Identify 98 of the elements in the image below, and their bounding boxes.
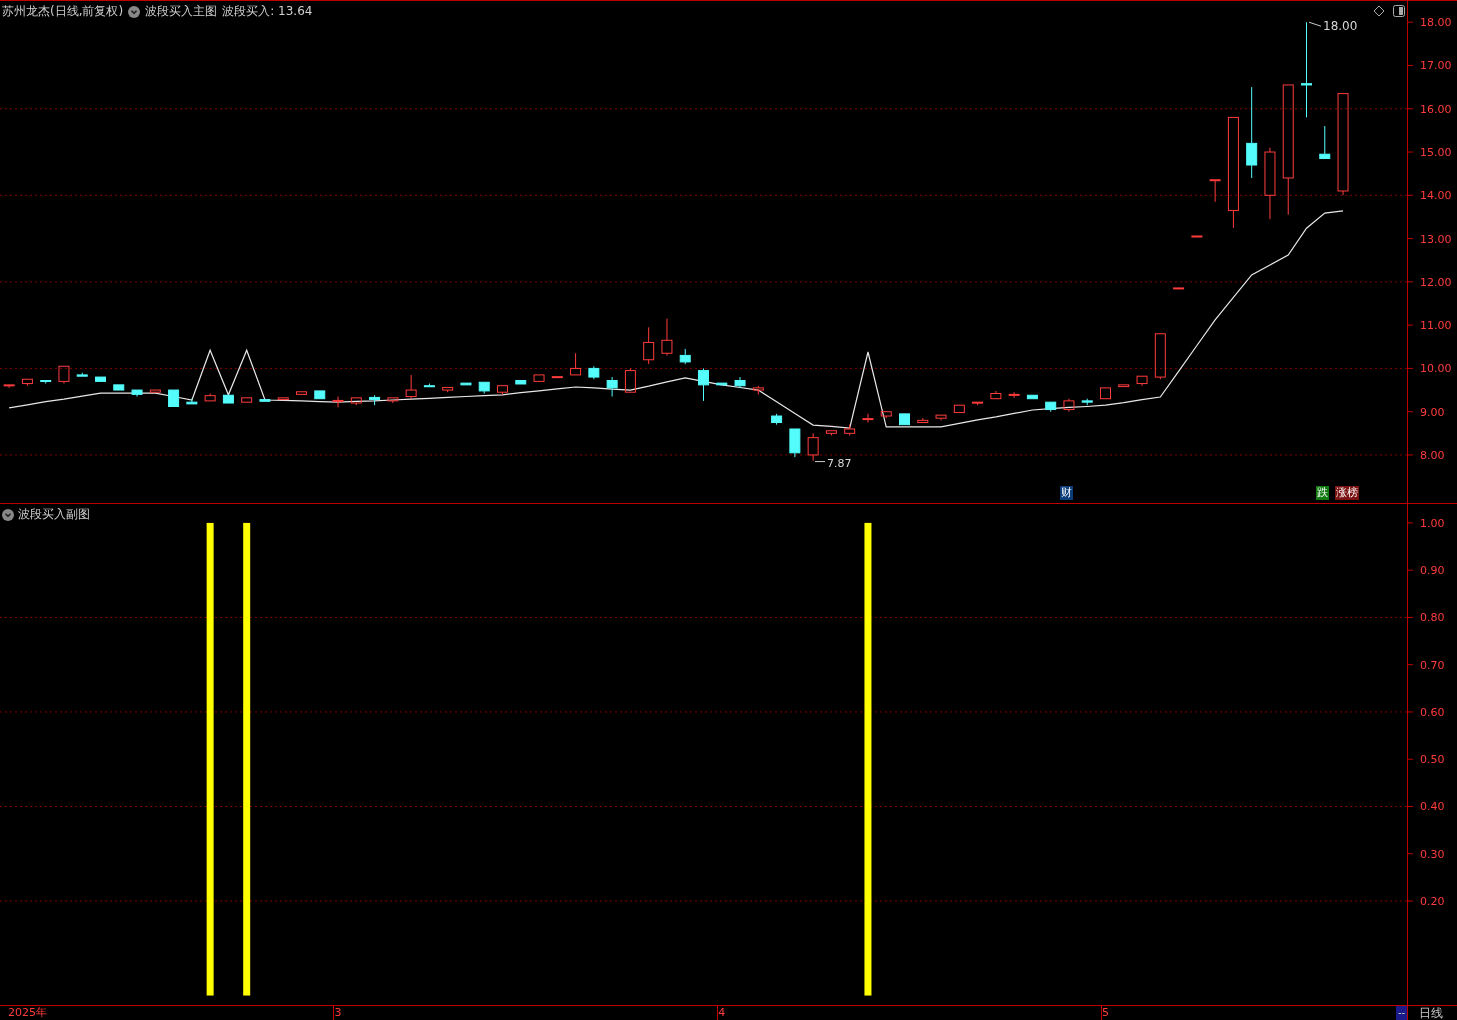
candlestick xyxy=(570,352,582,376)
candlestick xyxy=(698,367,709,402)
candlestick xyxy=(643,326,655,365)
chevron-icon[interactable] xyxy=(128,5,141,18)
date-label: 5 xyxy=(1102,1006,1109,1020)
axis-label: 14.00 xyxy=(1420,189,1452,203)
candlestick xyxy=(862,413,874,424)
candlestick xyxy=(1282,84,1294,216)
candlestick xyxy=(1063,398,1075,413)
event-marker[interactable]: 财 xyxy=(1060,486,1073,500)
candlestick xyxy=(661,318,673,356)
candlestick xyxy=(953,404,965,414)
candlestick xyxy=(296,391,307,395)
candlestick xyxy=(935,414,947,421)
axis-label: 1.00 xyxy=(1420,516,1445,530)
candlestick xyxy=(1209,179,1221,203)
candlestick xyxy=(405,374,417,400)
candlestick xyxy=(624,367,636,393)
axis-label: 8.00 xyxy=(1420,448,1445,462)
candlestick xyxy=(899,413,910,426)
candlestick xyxy=(387,397,399,404)
axis-label: 0.60 xyxy=(1420,705,1445,719)
candlestick xyxy=(1173,287,1185,290)
candlestick xyxy=(1191,235,1203,238)
candlestick xyxy=(917,417,929,424)
axis-label: 0.20 xyxy=(1420,895,1445,908)
candlestick xyxy=(332,396,344,408)
candlestick xyxy=(533,374,545,382)
period-label[interactable]: 日线 xyxy=(1407,1006,1443,1020)
candlestick xyxy=(40,380,52,385)
axis-label: 18.00 xyxy=(1420,16,1452,30)
axis-label: 9.00 xyxy=(1420,405,1445,419)
axis-label: 17.00 xyxy=(1420,59,1452,73)
candlestick xyxy=(606,376,618,398)
stock-title: 苏州龙杰(日线,前复权) xyxy=(2,3,124,20)
high-price-label: 18.00 xyxy=(1323,19,1358,34)
candlestick xyxy=(1045,401,1057,413)
axis-label: 0.80 xyxy=(1420,611,1445,625)
candlestick xyxy=(241,397,253,403)
candlestick xyxy=(1008,391,1020,399)
low-price-label: 7.87 xyxy=(827,456,852,470)
candlestick xyxy=(3,384,15,389)
candlestick xyxy=(1264,147,1276,220)
candlestick xyxy=(222,394,234,404)
candlestick xyxy=(716,382,728,386)
candlestick xyxy=(551,376,563,379)
candlestick xyxy=(1100,387,1111,400)
axis-label: 0.90 xyxy=(1420,564,1445,578)
candlestick xyxy=(131,389,143,398)
candlestick xyxy=(113,384,125,391)
axis-label: 11.00 xyxy=(1420,319,1452,333)
candlestick xyxy=(734,376,746,389)
leader-line xyxy=(814,461,826,463)
axis-label: 0.40 xyxy=(1420,800,1445,814)
candlestick xyxy=(588,365,600,380)
candlestick xyxy=(186,398,198,405)
candlestick xyxy=(277,397,289,401)
axis-label: 0.50 xyxy=(1420,753,1445,767)
axis-label: 0.30 xyxy=(1420,847,1445,861)
candlestick xyxy=(515,380,527,385)
leader-line xyxy=(1308,21,1322,27)
candlestick xyxy=(1319,125,1331,160)
candlestick xyxy=(460,382,472,386)
indicator-name[interactable]: 波段买入主图 xyxy=(145,3,218,20)
panel-toggle-icon[interactable] xyxy=(1393,5,1405,17)
candlestick xyxy=(58,365,70,385)
indicator-reading: 波段买入: 13.64 xyxy=(222,3,313,20)
diamond-icon[interactable] xyxy=(1373,5,1385,17)
candlestick xyxy=(1337,93,1349,196)
axis-label: 0.70 xyxy=(1420,658,1445,672)
candlestick xyxy=(789,428,801,458)
date-label: 3 xyxy=(334,1006,342,1020)
candlestick xyxy=(259,399,271,402)
mode-button[interactable]: -- xyxy=(1396,1006,1407,1020)
candlestick xyxy=(95,376,106,382)
candlestick xyxy=(168,389,180,407)
date-label: 2025年 xyxy=(7,1006,47,1020)
candlestick xyxy=(149,389,161,393)
candlestick xyxy=(21,378,33,387)
candlestick xyxy=(1118,384,1130,388)
candlestick xyxy=(1227,116,1239,229)
axis-label: 13.00 xyxy=(1420,232,1452,246)
event-marker[interactable]: 涨榜 xyxy=(1335,486,1359,500)
indicator-name[interactable]: 波段买入副图 xyxy=(18,506,90,523)
axis-label: 10.00 xyxy=(1420,362,1452,376)
axis-label: 12.00 xyxy=(1420,275,1452,289)
candlestick xyxy=(1246,86,1258,179)
candlestick xyxy=(314,390,326,400)
date-label: 4 xyxy=(718,1006,726,1020)
axis-label: 16.00 xyxy=(1420,102,1452,116)
event-marker[interactable]: 跌 xyxy=(1316,486,1329,500)
candlestick xyxy=(1026,394,1038,400)
axis-label: 15.00 xyxy=(1420,146,1452,160)
candlestick xyxy=(1301,21,1312,118)
chevron-icon[interactable] xyxy=(2,508,14,521)
candlestick xyxy=(204,393,216,402)
candlestick xyxy=(1136,375,1148,387)
candlestick xyxy=(990,390,1002,400)
